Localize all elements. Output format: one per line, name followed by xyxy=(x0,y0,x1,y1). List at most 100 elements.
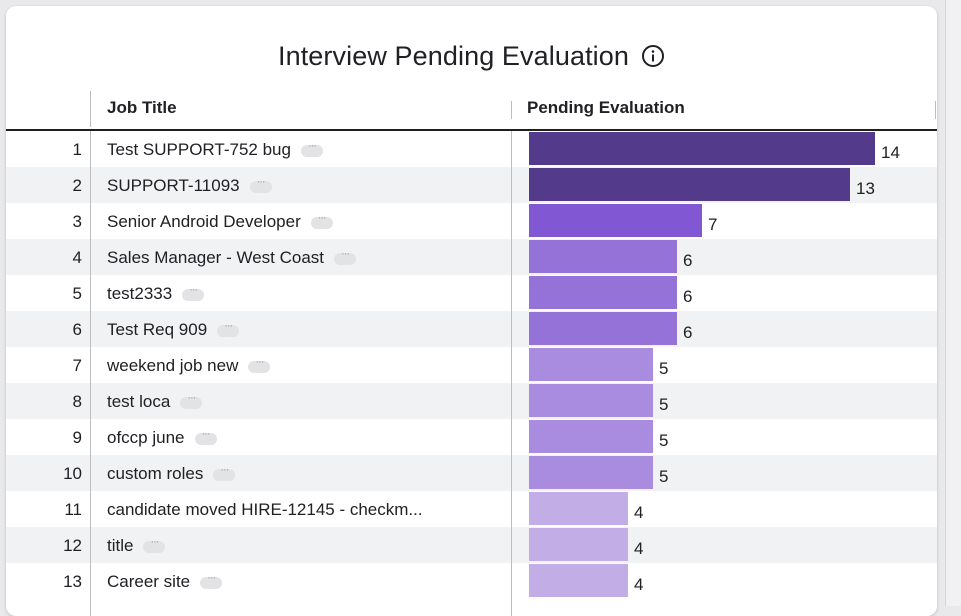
pending-evaluation-bar[interactable] xyxy=(529,204,702,237)
more-options-icon[interactable] xyxy=(249,176,272,193)
bar-value-label: 6 xyxy=(683,323,693,342)
column-header-pending-evaluation[interactable]: Pending Evaluation xyxy=(527,98,685,118)
bar-value-label: 5 xyxy=(659,431,669,450)
row-index: 5 xyxy=(72,284,82,303)
pending-evaluation-bar[interactable] xyxy=(529,132,875,165)
more-options-icon[interactable] xyxy=(300,140,323,157)
row-index: 11 xyxy=(64,500,82,519)
row-index: 4 xyxy=(72,248,82,267)
job-title-cell[interactable]: ofccp june xyxy=(107,428,217,448)
job-title-cell[interactable]: Career site xyxy=(107,572,223,592)
job-title-text: Test Req 909 xyxy=(107,320,208,339)
bar-value-label: 13 xyxy=(856,179,875,198)
more-options-icon[interactable] xyxy=(334,248,356,265)
row-index: 10 xyxy=(63,464,82,483)
table-row[interactable]: 9 ofccp june 5 xyxy=(6,419,937,455)
more-options-icon[interactable] xyxy=(200,572,223,589)
job-title-cell[interactable]: custom roles xyxy=(107,464,236,484)
job-title-text: Sales Manager - West Coast xyxy=(107,248,324,267)
bar-value-label: 4 xyxy=(634,539,644,558)
pending-evaluation-bar[interactable] xyxy=(529,240,677,273)
bar-value-label: 4 xyxy=(634,575,644,594)
job-title-text: title xyxy=(107,536,134,555)
job-title-cell[interactable]: weekend job new xyxy=(107,356,271,376)
table-row[interactable]: 7 weekend job new 5 xyxy=(6,347,937,383)
column-header-job-title[interactable]: Job Title xyxy=(107,98,177,118)
more-options-icon[interactable] xyxy=(194,428,217,445)
more-options-icon[interactable] xyxy=(180,392,203,409)
job-title-text: ofccp june xyxy=(107,428,185,447)
card-title: Interview Pending Evaluation xyxy=(277,40,630,71)
job-title-text: test2333 xyxy=(107,284,173,303)
index-divider xyxy=(90,131,91,616)
job-title-text: Senior Android Developer xyxy=(107,212,301,231)
bar-value-label: 7 xyxy=(708,215,718,234)
row-index: 9 xyxy=(72,428,82,447)
bar-value-label: 5 xyxy=(659,359,669,378)
column-divider xyxy=(935,101,936,119)
job-title-cell[interactable]: test loca xyxy=(107,392,203,412)
table-row[interactable]: 13 Career site 4 xyxy=(6,563,937,599)
job-title-cell[interactable]: Sales Manager - West Coast xyxy=(107,248,356,268)
pending-evaluation-bar[interactable] xyxy=(529,312,677,345)
row-index: 13 xyxy=(63,572,82,591)
row-index: 7 xyxy=(72,356,82,375)
row-index: 2 xyxy=(72,176,82,195)
pending-evaluation-bar[interactable] xyxy=(529,420,653,453)
more-options-icon[interactable] xyxy=(182,284,205,301)
window-edge xyxy=(945,0,961,606)
pending-evaluation-bar[interactable] xyxy=(529,348,653,381)
more-options-icon[interactable] xyxy=(310,212,333,229)
bar-value-label: 5 xyxy=(659,467,669,486)
job-title-text: test loca xyxy=(107,392,171,411)
bar-value-label: 5 xyxy=(659,395,669,414)
pending-evaluation-bar[interactable] xyxy=(529,384,653,417)
row-index: 12 xyxy=(63,536,82,555)
table-row[interactable]: 10 custom roles 5 xyxy=(6,455,937,491)
row-index: 3 xyxy=(72,212,82,231)
pending-evaluation-bar[interactable] xyxy=(529,564,628,597)
table-row[interactable]: 2 SUPPORT-11093 13 xyxy=(6,167,937,203)
more-options-icon[interactable] xyxy=(217,320,240,337)
table-row[interactable]: 4 Sales Manager - West Coast 6 xyxy=(6,239,937,275)
info-circle-icon[interactable] xyxy=(641,44,665,68)
pending-evaluation-bar[interactable] xyxy=(529,276,677,309)
job-title-cell[interactable]: title xyxy=(107,536,166,556)
job-title-cell[interactable]: Test SUPPORT-752 bug xyxy=(107,140,323,160)
table-row[interactable]: 3 Senior Android Developer 7 xyxy=(6,203,937,239)
more-options-icon[interactable] xyxy=(248,356,271,373)
row-index: 8 xyxy=(72,392,82,411)
pending-evaluation-card: Interview Pending Evaluation Job Title P… xyxy=(6,6,937,616)
pending-evaluation-bar[interactable] xyxy=(529,456,653,489)
column-divider xyxy=(90,91,91,127)
job-title-cell[interactable]: test2333 xyxy=(107,284,205,304)
bar-value-label: 6 xyxy=(683,287,693,306)
card-header: Interview Pending Evaluation xyxy=(6,36,937,76)
column-divider xyxy=(511,101,512,119)
table-row[interactable]: 1 Test SUPPORT-752 bug 14 xyxy=(6,131,937,167)
table-row[interactable]: 11 candidate moved HIRE-12145 - checkm...… xyxy=(6,491,937,527)
pending-evaluation-bar[interactable] xyxy=(529,168,850,201)
bar-value-label: 4 xyxy=(634,503,644,522)
table-row[interactable]: 5 test2333 6 xyxy=(6,275,937,311)
more-options-icon[interactable] xyxy=(213,464,236,481)
more-options-icon[interactable] xyxy=(143,536,166,553)
job-title-text: custom roles xyxy=(107,464,204,483)
job-title-text: Career site xyxy=(107,572,191,591)
job-title-cell[interactable]: Test Req 909 xyxy=(107,320,240,340)
job-title-cell[interactable]: candidate moved HIRE-12145 - checkm... xyxy=(107,500,423,520)
job-title-cell[interactable]: Senior Android Developer xyxy=(107,212,333,232)
pending-evaluation-bar[interactable] xyxy=(529,492,628,525)
pending-evaluation-bar[interactable] xyxy=(529,528,628,561)
bar-value-label: 6 xyxy=(683,251,693,270)
table-row[interactable]: 6 Test Req 909 6 xyxy=(6,311,937,347)
job-title-text: Test SUPPORT-752 bug xyxy=(107,140,291,159)
job-title-text: SUPPORT-11093 xyxy=(107,176,240,195)
job-title-text: weekend job new xyxy=(107,356,239,375)
job-title-text: candidate moved HIRE-12145 - checkm... xyxy=(107,500,423,519)
table-row[interactable]: 12 title 4 xyxy=(6,527,937,563)
value-divider xyxy=(511,131,512,616)
table-row[interactable]: 8 test loca 5 xyxy=(6,383,937,419)
bar-value-label: 14 xyxy=(881,143,900,162)
job-title-cell[interactable]: SUPPORT-11093 xyxy=(107,176,272,196)
